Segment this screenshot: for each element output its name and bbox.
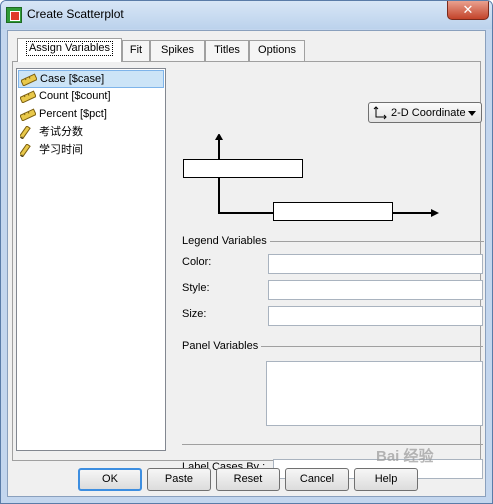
- variable-list[interactable]: Case [$case] Count [$count] Percent [$pc…: [16, 68, 166, 451]
- list-item[interactable]: Percent [$pct]: [18, 106, 164, 124]
- tab-assign-variables[interactable]: Assign Variables: [17, 38, 122, 62]
- x-axis-drop-zone[interactable]: [273, 202, 393, 221]
- list-item[interactable]: 学习时间: [18, 142, 164, 160]
- divider: [182, 444, 483, 445]
- reset-button[interactable]: Reset: [216, 468, 280, 491]
- variable-label: Case [$case]: [40, 73, 105, 85]
- ruler-icon: [21, 73, 37, 86]
- divider: [261, 345, 484, 347]
- size-label: Size:: [182, 308, 207, 320]
- variable-label: 考试分数: [39, 126, 83, 138]
- pencil-ruler-icon: [20, 144, 31, 157]
- variable-label: 学习时间: [39, 144, 83, 156]
- ok-button[interactable]: OK: [78, 468, 142, 491]
- y-axis-drop-zone[interactable]: [183, 159, 303, 178]
- axes-icon: [373, 106, 387, 120]
- panel-variables-heading: Panel Variables: [182, 340, 484, 352]
- chevron-down-icon: [468, 111, 476, 116]
- paste-button[interactable]: Paste: [147, 468, 211, 491]
- panel-variables-field[interactable]: [266, 361, 483, 426]
- tab-options[interactable]: Options: [249, 40, 305, 61]
- list-item[interactable]: Count [$count]: [18, 88, 164, 106]
- divider: [269, 240, 484, 242]
- tab-label: Assign Variables: [25, 41, 114, 56]
- tab-fit[interactable]: Fit: [122, 40, 150, 61]
- help-button[interactable]: Help: [354, 468, 418, 491]
- variable-label: Count [$count]: [39, 90, 111, 102]
- list-item[interactable]: 考试分数: [18, 124, 164, 142]
- tab-titles[interactable]: Titles: [205, 40, 249, 61]
- coordinate-label: 2-D Coordinate: [391, 107, 466, 119]
- assign-variables-panel: Case [$case] Count [$count] Percent [$pc…: [12, 61, 484, 479]
- ruler-icon: [20, 90, 36, 103]
- legend-variables-heading: Legend Variables: [182, 235, 484, 247]
- color-label: Color:: [182, 256, 212, 268]
- dialog-client: Assign Variables Fit Spikes Titles Optio…: [7, 30, 486, 497]
- watermark: Bai 经验: [376, 448, 434, 465]
- title-bar: Create Scatterplot ✕: [1, 1, 492, 29]
- dialog-window: Create Scatterplot ✕ Assign Variables Fi…: [0, 0, 493, 504]
- style-label: Style:: [182, 282, 210, 294]
- app-icon: [6, 7, 22, 23]
- variable-label: Percent [$pct]: [39, 108, 107, 120]
- coordinate-dropdown[interactable]: 2-D Coordinate: [368, 102, 482, 123]
- close-button[interactable]: ✕: [447, 1, 489, 20]
- style-field[interactable]: [268, 280, 483, 300]
- legend-variables-label: Legend Variables: [182, 235, 267, 247]
- panel-variables-label: Panel Variables: [182, 340, 259, 352]
- color-field[interactable]: [268, 254, 483, 274]
- tab-spikes[interactable]: Spikes: [150, 40, 205, 61]
- list-item[interactable]: Case [$case]: [18, 70, 164, 88]
- ruler-icon: [20, 108, 36, 121]
- window-title: Create Scatterplot: [27, 7, 124, 21]
- pencil-ruler-icon: [20, 126, 31, 139]
- size-field[interactable]: [268, 306, 483, 326]
- cancel-button[interactable]: Cancel: [285, 468, 349, 491]
